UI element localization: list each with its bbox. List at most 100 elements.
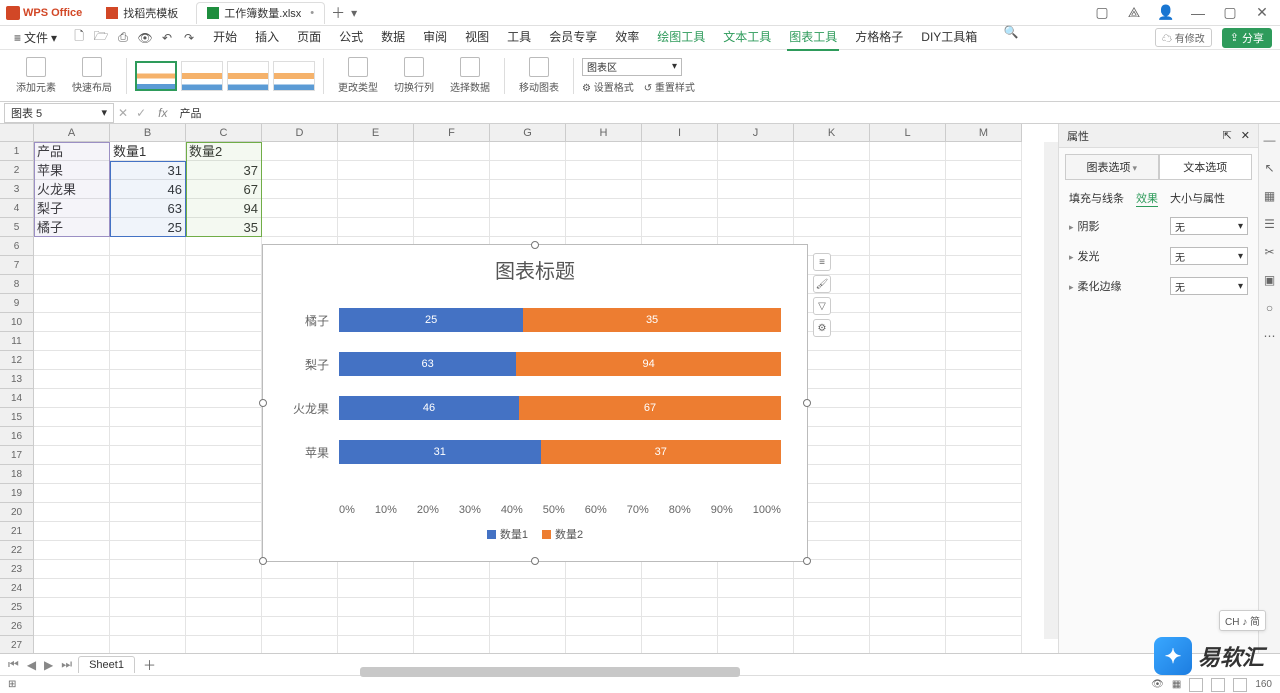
chart-title[interactable]: 图表标题 (263, 255, 807, 284)
cell-G26[interactable] (490, 617, 566, 636)
legend-item-1[interactable]: 数量1 (487, 526, 528, 542)
cell-E23[interactable] (338, 560, 414, 579)
cell-A2[interactable]: 苹果 (34, 161, 110, 180)
cell-A24[interactable] (34, 579, 110, 598)
cell-C12[interactable] (186, 351, 262, 370)
cell-L12[interactable] (870, 351, 946, 370)
cell-A4[interactable]: 梨子 (34, 199, 110, 218)
cell-J1[interactable] (718, 142, 794, 161)
menu-data[interactable]: 数据 (379, 24, 407, 51)
cell-A14[interactable] (34, 389, 110, 408)
cell-F4[interactable] (414, 199, 490, 218)
cell-L9[interactable] (870, 294, 946, 313)
vertical-scrollbar[interactable] (1044, 142, 1058, 639)
menu-file[interactable]: ≡ 文件 ▾ (8, 29, 63, 46)
cell-F2[interactable] (414, 161, 490, 180)
cell-D23[interactable] (262, 560, 338, 579)
cell-D5[interactable] (262, 218, 338, 237)
cell-B6[interactable] (110, 237, 186, 256)
row-header[interactable]: 25 (0, 598, 34, 617)
row-header[interactable]: 4 (0, 199, 34, 218)
cube-icon[interactable]: ⟁ (1122, 1, 1146, 25)
row-header[interactable]: 22 (0, 541, 34, 560)
cell-D25[interactable] (262, 598, 338, 617)
cell-H5[interactable] (566, 218, 642, 237)
row-header[interactable]: 20 (0, 503, 34, 522)
fx-cancel[interactable]: ✕ (118, 106, 128, 120)
new-icon[interactable]: 🗋 (71, 30, 87, 46)
cell-K26[interactable] (794, 617, 870, 636)
column-header[interactable]: M (946, 124, 1022, 142)
cell-E3[interactable] (338, 180, 414, 199)
bar-segment-1[interactable]: 46 (339, 396, 519, 420)
row-header[interactable]: 21 (0, 522, 34, 541)
rail-help-icon[interactable]: ○ (1262, 300, 1278, 316)
cell-D26[interactable] (262, 617, 338, 636)
cell-M7[interactable] (946, 256, 1022, 275)
cell-C24[interactable] (186, 579, 262, 598)
cell-G27[interactable] (490, 636, 566, 653)
column-header[interactable]: E (338, 124, 414, 142)
cell-A22[interactable] (34, 541, 110, 560)
view-break[interactable] (1233, 678, 1247, 692)
cell-M3[interactable] (946, 180, 1022, 199)
cell-F3[interactable] (414, 180, 490, 199)
cell-C26[interactable] (186, 617, 262, 636)
resize-handle[interactable] (259, 557, 267, 565)
cell-L4[interactable] (870, 199, 946, 218)
cell-L3[interactable] (870, 180, 946, 199)
cell-M18[interactable] (946, 465, 1022, 484)
layout-icon[interactable]: ▢ (1090, 1, 1114, 25)
cell-F5[interactable] (414, 218, 490, 237)
cell-J25[interactable] (718, 598, 794, 617)
resize-handle[interactable] (531, 241, 539, 249)
row-header[interactable]: 24 (0, 579, 34, 598)
bar-segment-2[interactable]: 37 (541, 440, 782, 464)
cell-G24[interactable] (490, 579, 566, 598)
cell-L1[interactable] (870, 142, 946, 161)
legend-item-2[interactable]: 数量2 (542, 526, 583, 542)
cell-A5[interactable]: 橘子 (34, 218, 110, 237)
row-header[interactable]: 19 (0, 484, 34, 503)
sheet-next[interactable]: ▶ (42, 658, 55, 672)
resize-handle[interactable] (803, 557, 811, 565)
ribbon-change-type[interactable]: 更改类型 (332, 57, 384, 94)
row-header[interactable]: 16 (0, 427, 34, 446)
row-header[interactable]: 27 (0, 636, 34, 653)
rail-select-icon[interactable]: ↖ (1262, 160, 1278, 176)
reset-style-button[interactable]: ↺ 重置样式 (644, 79, 695, 94)
fx-confirm[interactable]: ✓ (136, 106, 146, 120)
close-button[interactable]: ✕ (1250, 1, 1274, 25)
cell-L23[interactable] (870, 560, 946, 579)
ribbon-switch-rowcol[interactable]: 切换行列 (388, 57, 440, 94)
cell-E27[interactable] (338, 636, 414, 653)
row-header[interactable]: 15 (0, 408, 34, 427)
cell-G4[interactable] (490, 199, 566, 218)
cell-M22[interactable] (946, 541, 1022, 560)
cell-F1[interactable] (414, 142, 490, 161)
cell-C19[interactable] (186, 484, 262, 503)
cell-M21[interactable] (946, 522, 1022, 541)
cell-E4[interactable] (338, 199, 414, 218)
cell-M2[interactable] (946, 161, 1022, 180)
view-page[interactable] (1211, 678, 1225, 692)
bar-track[interactable]: 6394 (339, 352, 781, 376)
soft-select[interactable]: 无▾ (1170, 277, 1248, 295)
redo-icon[interactable]: ↷ (181, 30, 197, 46)
cell-L8[interactable] (870, 275, 946, 294)
cell-I25[interactable] (642, 598, 718, 617)
cell-A26[interactable] (34, 617, 110, 636)
cell-G1[interactable] (490, 142, 566, 161)
cell-F25[interactable] (414, 598, 490, 617)
cell-M5[interactable] (946, 218, 1022, 237)
cell-J23[interactable] (718, 560, 794, 579)
cell-A1[interactable]: 产品 (34, 142, 110, 161)
column-header[interactable]: D (262, 124, 338, 142)
cell-L11[interactable] (870, 332, 946, 351)
cell-I2[interactable] (642, 161, 718, 180)
cell-L24[interactable] (870, 579, 946, 598)
cell-L22[interactable] (870, 541, 946, 560)
cell-L15[interactable] (870, 408, 946, 427)
cell-K1[interactable] (794, 142, 870, 161)
rail-style-icon[interactable]: ▦ (1262, 188, 1278, 204)
